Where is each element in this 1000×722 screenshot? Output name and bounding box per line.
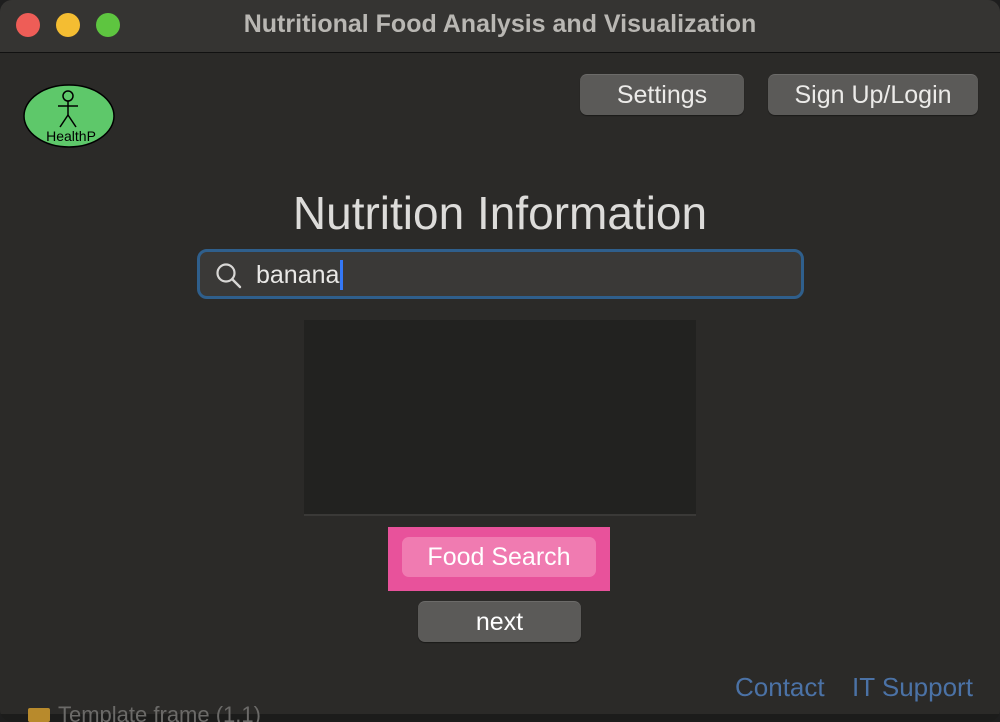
food-search-button[interactable]: Food Search: [402, 537, 596, 577]
it-support-link[interactable]: IT Support: [852, 672, 973, 703]
contact-link[interactable]: Contact: [735, 672, 825, 703]
results-list[interactable]: [304, 320, 696, 516]
logo-text: HealthP: [46, 128, 96, 144]
search-icon: [214, 261, 244, 296]
search-input[interactable]: banana: [197, 249, 804, 299]
text-caret: [340, 260, 344, 290]
next-button[interactable]: next: [418, 601, 581, 642]
window-title: Nutritional Food Analysis and Visualizat…: [243, 10, 757, 38]
title-bar[interactable]: Nutritional Food Analysis and Visualizat…: [0, 0, 1000, 53]
page-title: Nutrition Information: [292, 187, 708, 239]
settings-button[interactable]: Settings: [580, 74, 744, 115]
app-window: Nutritional Food Analysis and Visualizat…: [0, 0, 1000, 722]
background-window-text: Template frame (1.1): [58, 702, 261, 722]
search-value: banana: [256, 261, 340, 289]
healthp-logo: HealthP: [22, 83, 118, 156]
signup-login-button[interactable]: Sign Up/Login: [768, 74, 978, 115]
folder-icon: [28, 708, 50, 722]
